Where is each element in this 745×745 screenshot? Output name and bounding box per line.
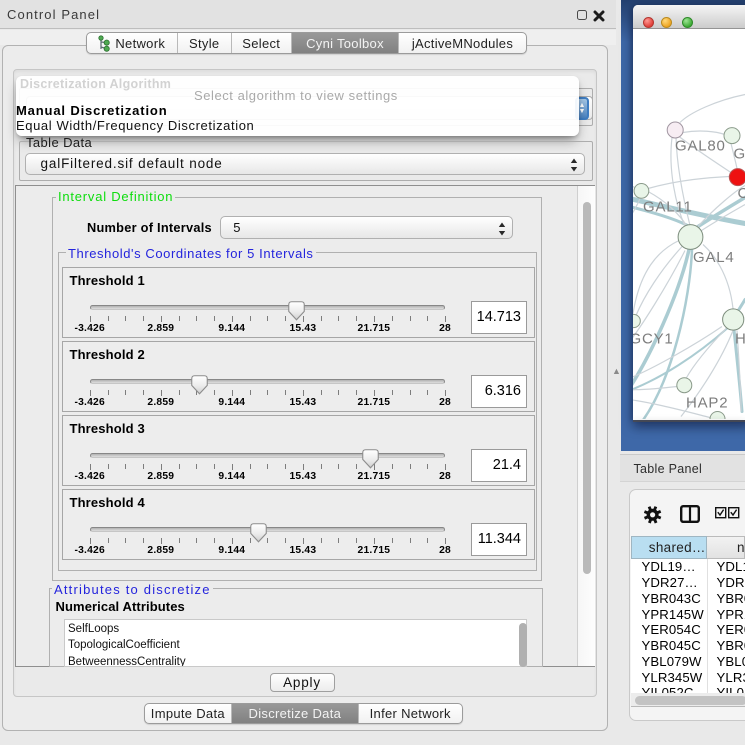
svg-text:GAL11: GAL11 (643, 198, 693, 215)
svg-text:GAL4: GAL4 (693, 249, 735, 266)
svg-text:GCY1: GCY1 (633, 330, 674, 347)
svg-text:G.: G. (734, 145, 745, 162)
svg-text:C: C (738, 185, 745, 202)
svg-text:HAP2: HAP2 (686, 394, 728, 411)
svg-text:GAL80: GAL80 (675, 137, 726, 154)
svg-text:H: H (735, 330, 745, 347)
